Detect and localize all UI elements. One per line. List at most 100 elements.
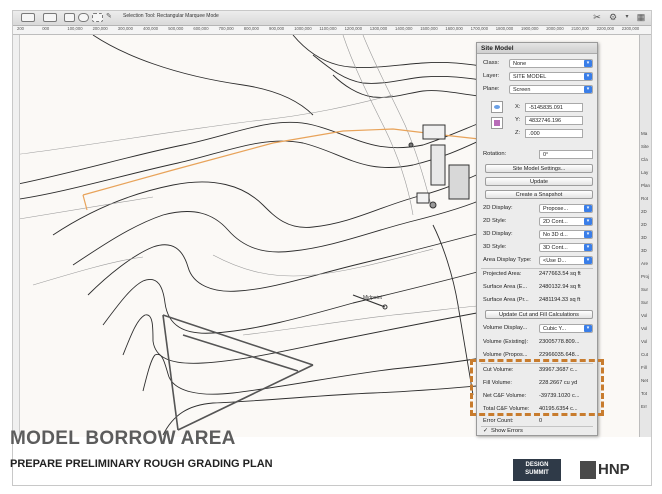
hnp-logo-text: HNP <box>598 461 630 478</box>
layer-select[interactable]: SITE MODEL ▾ <box>509 72 593 81</box>
strip-label: Sur <box>641 287 649 292</box>
rotation-field[interactable]: 0° <box>539 150 593 159</box>
x-coordinate-field[interactable]: -5145835.091 <box>525 103 583 112</box>
ruler-label: 1600,000 <box>445 26 463 31</box>
area-display-type-select[interactable]: <Use D... ▾ <box>539 256 593 265</box>
logo-line2: SUMMIT <box>525 470 549 476</box>
update-button[interactable]: Update <box>485 177 593 186</box>
site-boundary-line-corner <box>82 194 88 211</box>
plane-select[interactable]: Screen ▾ <box>509 85 593 94</box>
ruler-label: 1000,000 <box>294 26 312 31</box>
volume-display-select[interactable]: Cubic Y... ▾ <box>539 324 593 333</box>
volume-existing-label: Volume (Existing): <box>483 339 529 345</box>
ruler-label: 1900,000 <box>521 26 539 31</box>
tool-mode-text: Selection Tool: Rectangular Marquee Mode <box>123 13 219 19</box>
class-label: Class: <box>483 60 500 66</box>
borrow-area-outline <box>162 314 314 431</box>
create-snapshot-button[interactable]: Create a Snapshot <box>485 190 593 199</box>
attributes-icon[interactable]: ▦ <box>635 12 647 23</box>
update-cut-fill-button[interactable]: Update Cut and Fill Calculations <box>485 310 593 319</box>
marquee-rect-icon[interactable] <box>64 13 75 22</box>
ruler-label: 1700,000 <box>470 26 489 31</box>
strip-label: 2D <box>641 222 647 227</box>
style-3d-select[interactable]: 3D Cont... ▾ <box>539 243 593 252</box>
show-errors-label: Show Errors <box>491 428 523 434</box>
polygon-select-icon[interactable] <box>92 13 103 22</box>
y-label: Y: <box>515 117 521 123</box>
projected-area-value: 2477663.54 sq ft <box>539 271 581 277</box>
hnp-logo: HNP <box>580 459 642 481</box>
area-display-type-value: <Use D... <box>543 258 567 264</box>
z-coordinate-field[interactable]: .000 <box>525 129 583 138</box>
view-gear-icon[interactable]: ⚙ <box>607 12 619 23</box>
display-2d-select-value: Propose... <box>543 206 569 212</box>
contour-lines <box>13 35 489 436</box>
surface-area-proposed-value: 2481194.33 sq ft <box>539 297 581 303</box>
site-model-settings-button[interactable]: Site Model Settings... <box>485 164 593 173</box>
grid-icon[interactable] <box>43 13 57 22</box>
strip-label: Tot <box>641 391 648 396</box>
z-label: Z: <box>515 130 521 136</box>
strip-label: Proj <box>641 274 650 279</box>
position-box-icon[interactable] <box>491 101 503 113</box>
layer-label: Layer: <box>483 73 500 79</box>
chevron-down-icon: ▾ <box>584 231 592 238</box>
error-count-value: 0 <box>539 418 543 424</box>
ruler-label: 300,000 <box>117 26 133 31</box>
vertical-ruler[interactable] <box>13 35 20 437</box>
ruler-label: 2200,000 <box>596 26 615 31</box>
chevron-down-icon: ▾ <box>584 73 592 80</box>
logo-line1: DESIGN <box>525 462 549 468</box>
chevron-down-icon: ▾ <box>584 244 592 251</box>
horizontal-ruler[interactable]: 200 000 100,000 200,000 300,000 400,000 500,00… <box>13 26 651 35</box>
position-image-icon[interactable] <box>491 117 503 129</box>
hnp-logo-mark <box>580 461 596 479</box>
y-coordinate-field[interactable]: 4832746.196 <box>525 116 583 125</box>
volume-proposed-label: Volume (Propos... <box>483 352 528 358</box>
strip-label: Are <box>641 261 649 266</box>
ruler-label: 700,000 <box>218 26 234 31</box>
ruler-label: 200 <box>17 26 24 31</box>
lasso-icon[interactable] <box>78 13 89 22</box>
layer-select-value: SITE MODEL <box>513 74 547 80</box>
display-3d-select[interactable]: No 3D d... ▾ <box>539 230 593 239</box>
surface-area-proposed-label: Surface Area (Pr... <box>483 297 529 303</box>
strip-label: Vol <box>641 339 648 344</box>
ruler-label: 500,000 <box>168 26 184 31</box>
cut-fill-highlight-box <box>470 359 604 416</box>
volume-display-value: Cubic Y... <box>543 326 567 332</box>
selection-arrow-icon[interactable]: ✂ <box>591 12 603 23</box>
plane-select-value: Screen <box>513 87 531 93</box>
strip-label: Net <box>641 378 649 383</box>
ruler-label: 400,000 <box>143 26 159 31</box>
ruler-label: 900,000 <box>269 26 285 31</box>
plane-label: Plane: <box>483 86 500 92</box>
volume-proposed-value: 22966035.648... <box>539 352 580 358</box>
surface-area-existing-label: Surface Area (E... <box>483 284 528 290</box>
projected-area-label: Projected Area: <box>483 271 522 277</box>
chevron-down-icon: ▾ <box>584 218 592 225</box>
slide-title: MODEL BORROW AREA <box>10 428 236 449</box>
style-3d-select-value: 3D Cont... <box>543 245 568 251</box>
surface-area-existing-value: 2480132.94 sq ft <box>539 284 581 290</box>
snap-icon[interactable] <box>21 13 35 22</box>
pen-icon[interactable]: ✎ <box>106 13 117 22</box>
strip-label: Vol <box>641 313 648 318</box>
strip-label: 3D <box>641 235 647 240</box>
class-select[interactable]: None ▾ <box>509 59 593 68</box>
ruler-label: 200,000 <box>92 26 108 31</box>
strip-label: Err <box>641 404 647 409</box>
show-errors-checkbox[interactable]: ✓ <box>483 427 488 434</box>
display-2d-select[interactable]: Propose... ▾ <box>539 204 593 213</box>
style-2d-select[interactable]: 2D Cont... ▾ <box>539 217 593 226</box>
strip-label: Site <box>641 144 649 149</box>
chevron-down-icon[interactable]: ▾ <box>621 12 633 23</box>
strip-label: 2D <box>641 209 647 214</box>
palette-title: Site Model <box>477 43 597 54</box>
ruler-label: 000 <box>42 26 50 31</box>
chevron-down-icon: ▾ <box>584 86 592 93</box>
display-3d-label: 3D Display: <box>483 231 513 237</box>
ruler-label: 1300,000 <box>369 26 388 31</box>
strip-label: Cla <box>641 157 648 162</box>
strip-label: Vol <box>641 326 648 331</box>
